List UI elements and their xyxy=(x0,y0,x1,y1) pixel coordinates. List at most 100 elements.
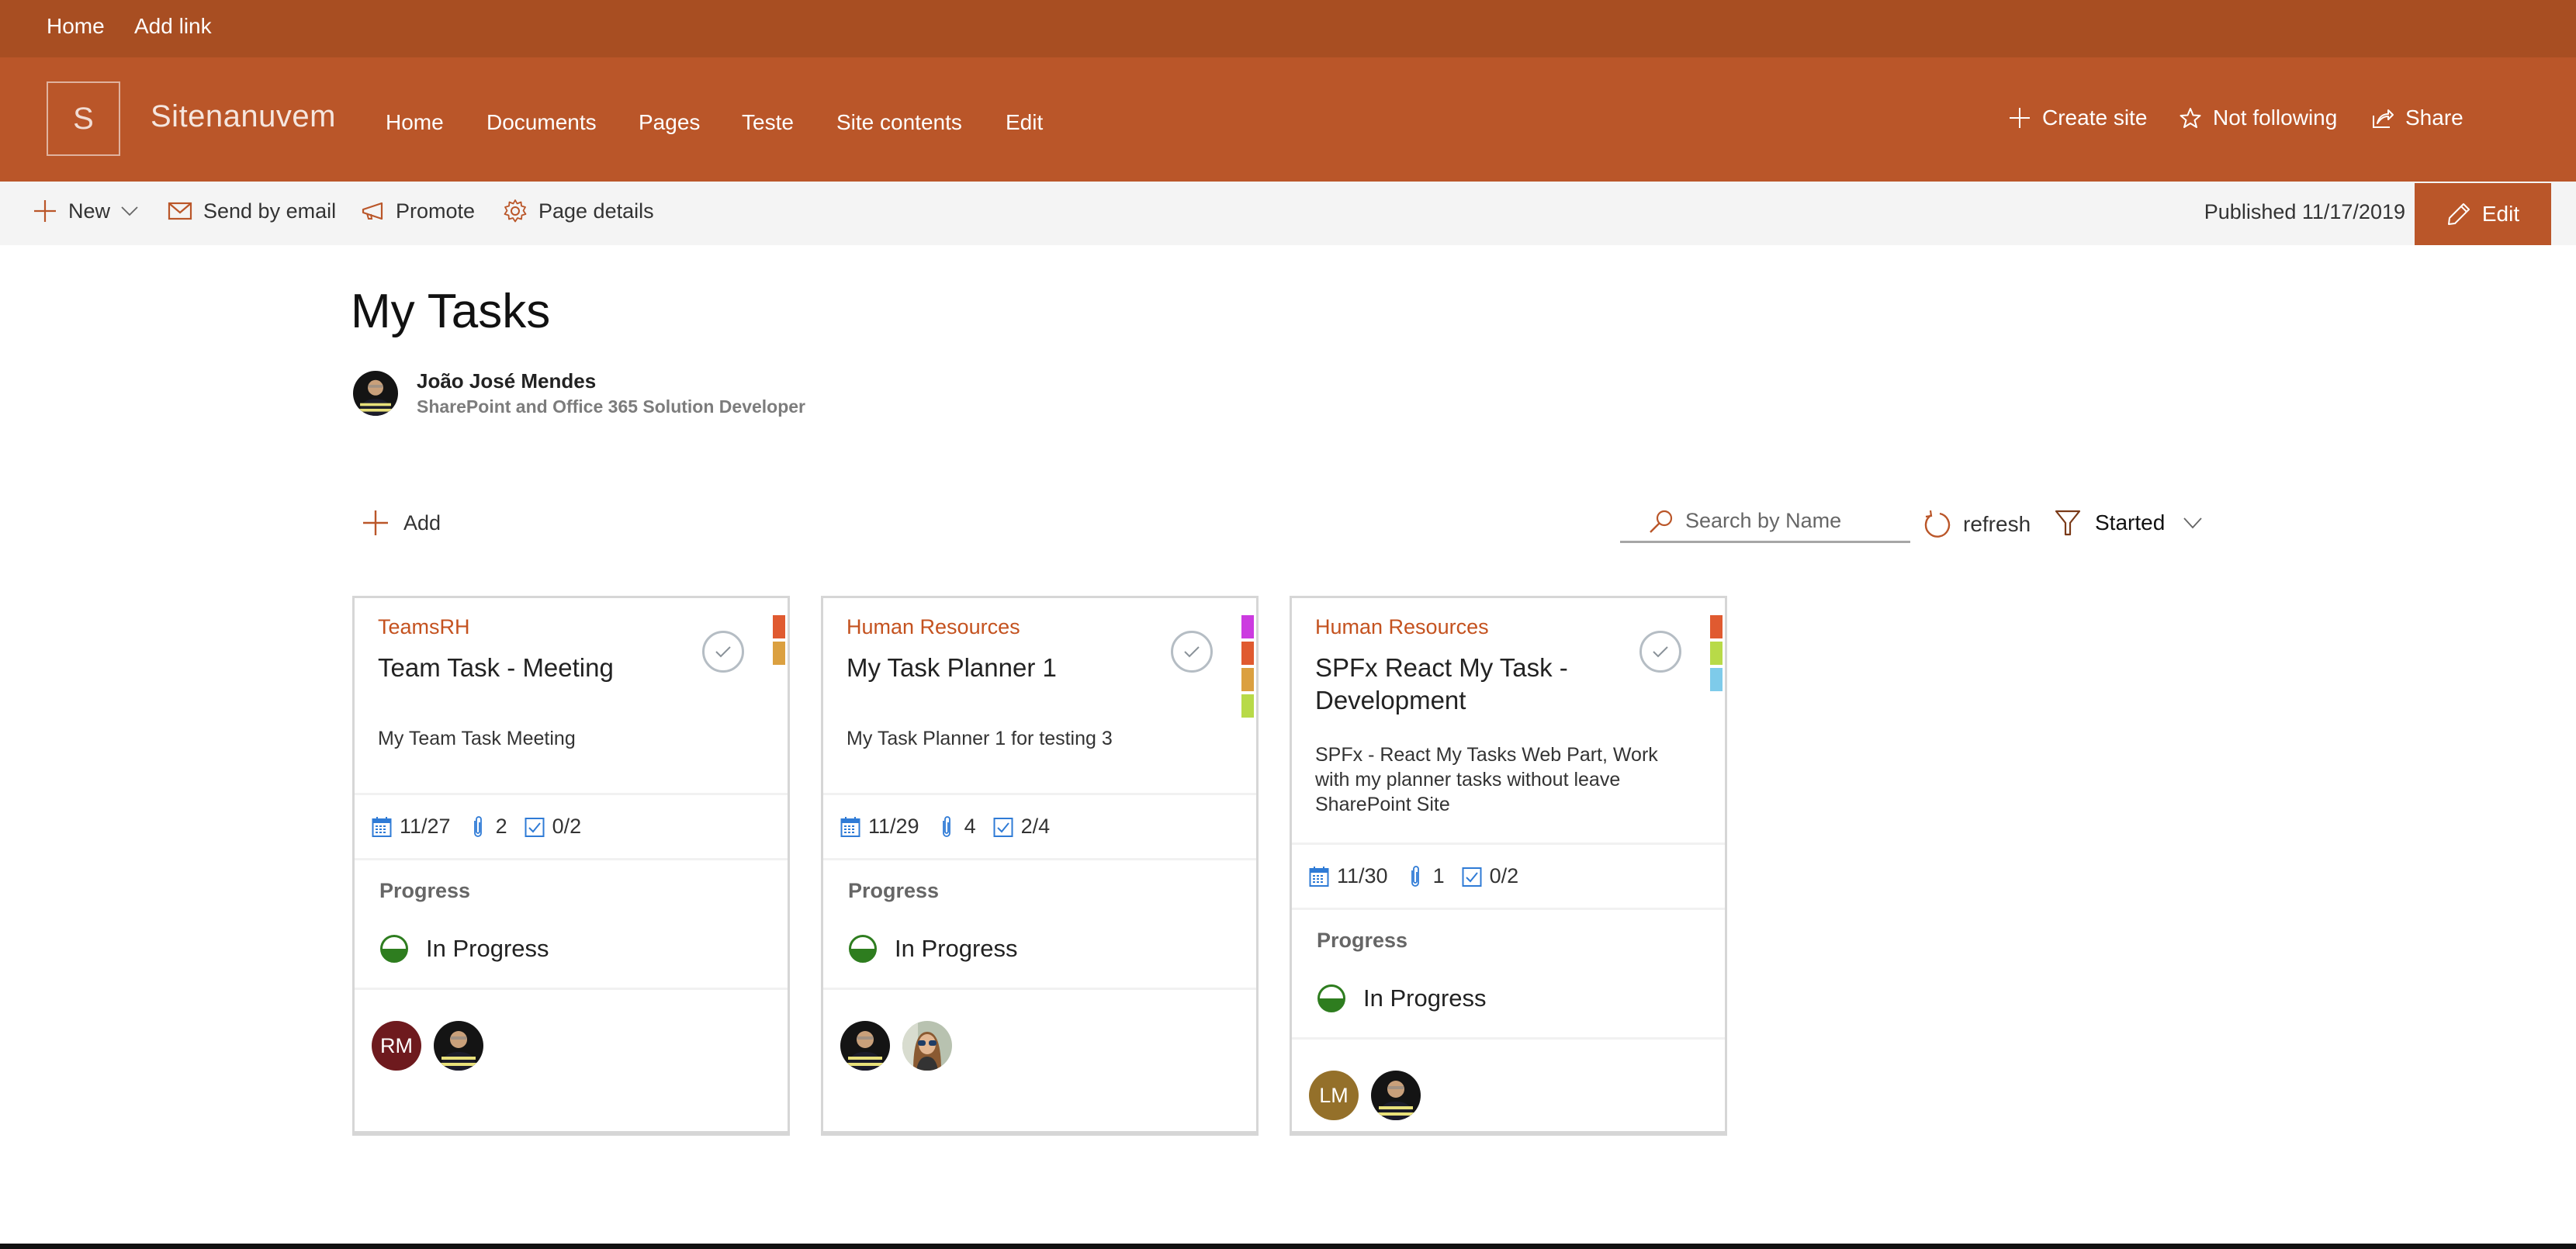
nav-site-contents[interactable]: Site contents xyxy=(836,110,962,135)
due-date-text: 11/29 xyxy=(868,815,919,838)
person-photo-icon xyxy=(353,371,398,416)
progress-label: Progress xyxy=(1317,929,1408,952)
pencil-icon xyxy=(2447,203,2470,225)
status-filter-dropdown[interactable]: Started xyxy=(2055,509,2202,537)
nav-pages[interactable]: Pages xyxy=(639,110,700,135)
task-description-wrap: SPFx - React My Tasks Web Part, Work wit… xyxy=(1292,717,1725,842)
create-site-button[interactable]: Create site xyxy=(2008,106,2147,130)
paperclip-icon xyxy=(942,815,950,837)
progress-status[interactable]: In Progress xyxy=(379,934,763,964)
checkbox-icon xyxy=(993,817,1013,837)
filter-icon xyxy=(2055,510,2081,536)
complete-task-button[interactable] xyxy=(1171,631,1213,673)
task-labels xyxy=(1241,615,1254,718)
megaphone-icon xyxy=(362,202,383,220)
assignee-avatar-initials[interactable]: LM xyxy=(1309,1071,1359,1120)
suite-link-home[interactable]: Home xyxy=(47,14,105,39)
complete-task-button[interactable] xyxy=(1639,631,1681,673)
search-box[interactable] xyxy=(1620,501,1910,543)
refresh-button[interactable]: refresh xyxy=(1923,509,2031,540)
page-details-button[interactable]: Page details xyxy=(503,199,654,223)
task-card-2[interactable]: Human Resources My Task Planner 1 My Tas… xyxy=(821,596,1259,1136)
task-labels xyxy=(1710,615,1723,691)
calendar-icon xyxy=(1309,866,1329,887)
checklist-text: 2/4 xyxy=(1020,815,1051,838)
mail-icon xyxy=(168,202,192,220)
assignee-avatar-photo[interactable] xyxy=(1371,1071,1421,1120)
refresh-icon xyxy=(1924,510,1951,538)
window-bottom-edge xyxy=(0,1244,2576,1249)
task-description: SPFx - React My Tasks Web Part, Work wit… xyxy=(1315,744,1658,815)
assignee-avatar-photo[interactable] xyxy=(434,1021,483,1071)
checklist-count: 2/4 xyxy=(993,815,1051,839)
task-card-1[interactable]: TeamsRH Team Task - Meeting My Team Task… xyxy=(352,596,790,1136)
due-date: 11/30 xyxy=(1309,864,1388,888)
task-card-header: TeamsRH Team Task - Meeting xyxy=(355,598,788,684)
add-task-label: Add xyxy=(403,510,441,535)
paperclip-icon xyxy=(473,815,482,837)
edit-page-button[interactable]: Edit xyxy=(2415,183,2551,245)
checklist-count: 0/2 xyxy=(525,815,582,839)
published-status: Published 11/17/2019 xyxy=(2204,200,2405,223)
checklist-text: 0/2 xyxy=(552,815,582,838)
task-label-color xyxy=(1710,615,1723,638)
nav-home[interactable]: Home xyxy=(386,110,444,135)
task-card-header: Human Resources SPFx React My Task - Dev… xyxy=(1292,598,1725,717)
author-name[interactable]: João José Mendes xyxy=(417,369,805,393)
promote-button[interactable]: Promote xyxy=(360,199,475,223)
follow-label: Not following xyxy=(2213,106,2338,130)
due-date-text: 11/27 xyxy=(400,815,451,838)
attachments-text: 1 xyxy=(1432,864,1445,887)
create-site-label: Create site xyxy=(2042,106,2148,130)
suite-link-add-link[interactable]: Add link xyxy=(134,14,212,39)
task-label-color xyxy=(1241,615,1254,638)
page-title: My Tasks xyxy=(351,285,551,338)
task-progress: Progress In Progress xyxy=(355,860,788,988)
send-by-email-button[interactable]: Send by email xyxy=(168,199,336,223)
checkbox-icon xyxy=(1462,867,1482,887)
site-name[interactable]: Sitenanuvem xyxy=(151,99,336,134)
share-label: Share xyxy=(2405,106,2463,130)
edit-label: Edit xyxy=(2481,202,2520,226)
task-label-color xyxy=(1241,642,1254,665)
assignee-avatar-photo[interactable] xyxy=(902,1021,952,1071)
checklist-count: 0/2 xyxy=(1462,864,1518,888)
author-avatar[interactable] xyxy=(353,371,398,416)
star-icon xyxy=(2180,108,2201,128)
half-circle-progress-icon xyxy=(849,935,877,963)
progress-status[interactable]: In Progress xyxy=(1317,984,1700,1013)
calendar-icon xyxy=(372,816,392,837)
task-progress: Progress In Progress xyxy=(1292,910,1725,1037)
nav-documents[interactable]: Documents xyxy=(486,110,597,135)
task-progress: Progress In Progress xyxy=(823,860,1256,988)
send-by-email-label: Send by email xyxy=(203,199,337,223)
author-text: João José Mendes SharePoint and Office 3… xyxy=(417,369,805,417)
site-logo[interactable]: S xyxy=(47,81,120,156)
person-photo-icon xyxy=(902,1021,952,1071)
progress-status[interactable]: In Progress xyxy=(848,934,1231,964)
task-description-wrap: My Team Task Meeting xyxy=(355,684,788,793)
suite-bar: Home Add link xyxy=(0,0,2576,57)
attachments-text: 2 xyxy=(495,815,507,838)
share-button[interactable]: Share xyxy=(2371,106,2463,130)
nav-edit[interactable]: Edit xyxy=(1006,110,1043,135)
assignee-avatar-photo[interactable] xyxy=(840,1021,890,1071)
new-button[interactable]: New xyxy=(33,199,138,223)
assignee-avatar-initials[interactable]: RM xyxy=(372,1021,421,1071)
person-photo-icon xyxy=(1371,1071,1421,1120)
task-card-3[interactable]: Human Resources SPFx React My Task - Dev… xyxy=(1290,596,1727,1136)
task-description-wrap: My Task Planner 1 for testing 3 xyxy=(823,684,1256,793)
add-task-button[interactable]: Add xyxy=(362,509,441,537)
half-circle-progress-icon xyxy=(380,935,408,963)
nav-teste[interactable]: Teste xyxy=(742,110,794,135)
complete-task-button[interactable] xyxy=(702,631,744,673)
task-assignees: RM xyxy=(355,990,788,1071)
task-description: My Task Planner 1 for testing 3 xyxy=(847,728,1113,749)
follow-button[interactable]: Not following xyxy=(2179,106,2337,130)
checkmark-icon xyxy=(1184,646,1200,658)
progress-label: Progress xyxy=(379,879,471,902)
search-input[interactable] xyxy=(1685,509,1903,533)
due-date: 11/27 xyxy=(372,815,451,839)
paperclip-icon xyxy=(1411,865,1419,887)
new-label: New xyxy=(68,199,111,223)
